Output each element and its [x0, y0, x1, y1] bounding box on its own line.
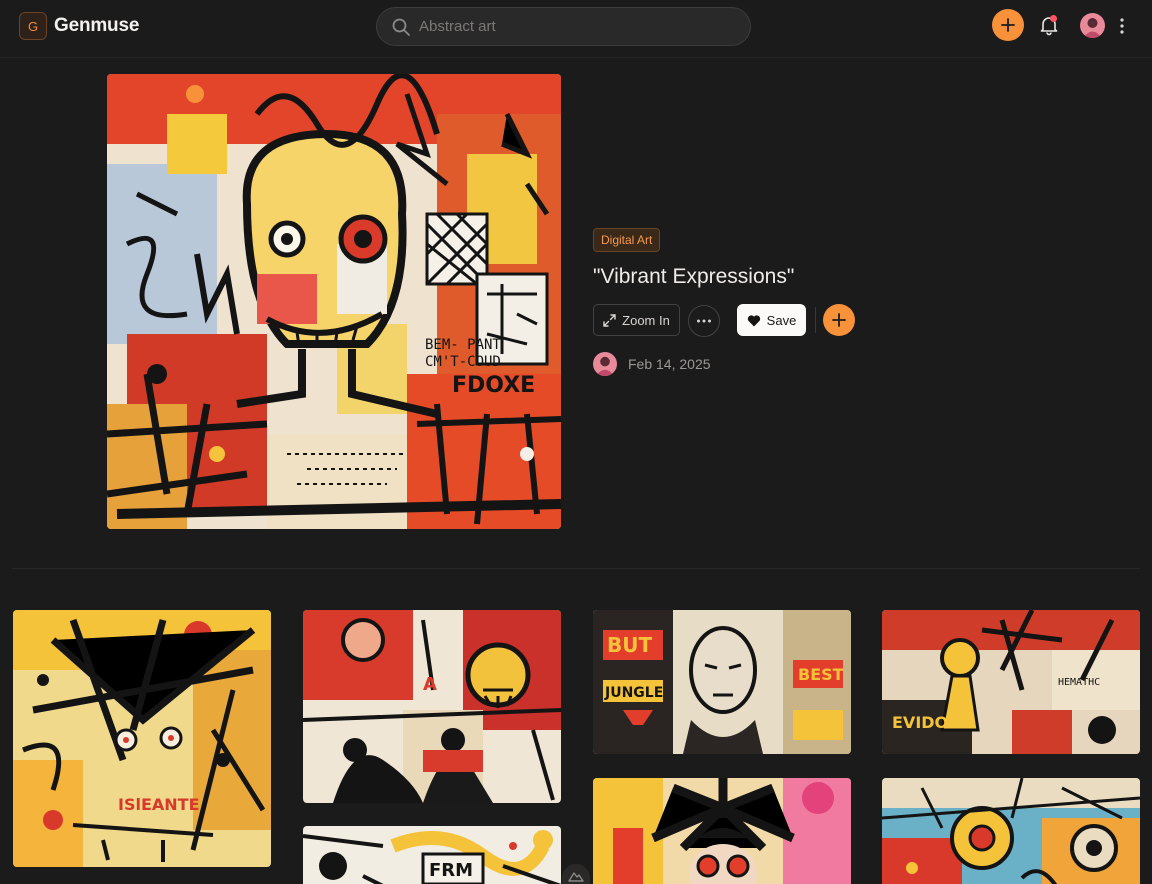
- more-vertical-icon[interactable]: [1114, 16, 1130, 36]
- author-avatar[interactable]: [593, 352, 617, 376]
- section-divider: [12, 568, 1140, 569]
- svg-text:CM'T-COUD: CM'T-COUD: [425, 354, 501, 370]
- top-bar: G Genmuse: [0, 0, 1152, 58]
- svg-text:BEST: BEST: [798, 665, 844, 684]
- svg-text:EVIDO: EVIDO: [892, 713, 948, 732]
- artwork-title: "Vibrant Expressions": [593, 265, 795, 288]
- category-badge[interactable]: Digital Art: [593, 228, 661, 252]
- zoom-in-label: Zoom In: [622, 312, 670, 328]
- more-options-button[interactable]: [688, 305, 720, 337]
- save-label: Save: [766, 312, 797, 328]
- search-icon: [392, 18, 410, 36]
- publish-date: Feb 14, 2025: [628, 356, 711, 372]
- svg-text:HEMATHC: HEMATHC: [1058, 677, 1100, 688]
- svg-text:JUNGLE: JUNGLE: [604, 685, 663, 701]
- svg-text:BEM- PANT: BEM- PANT: [425, 337, 501, 353]
- svg-text:ISlEANTE: ISlEANTE: [118, 795, 200, 814]
- search-bar[interactable]: [376, 7, 751, 46]
- gallery-tile[interactable]: ISlEANTE: [13, 610, 271, 867]
- plus-icon: [1001, 18, 1015, 32]
- avatar[interactable]: [1080, 13, 1105, 38]
- svg-text:FRM: FRM: [429, 860, 473, 881]
- more-horizontal-icon: [697, 319, 711, 323]
- search-input[interactable]: [419, 8, 739, 45]
- save-button[interactable]: Save: [737, 304, 806, 336]
- svg-text:A: A: [423, 674, 437, 695]
- artwork-image[interactable]: BEM- PANT CM'T-COUD FDOXE: [107, 74, 561, 529]
- heart-icon: [747, 314, 760, 326]
- plus-icon: [832, 313, 846, 327]
- gallery-tile[interactable]: [882, 778, 1140, 884]
- add-to-collection-button[interactable]: [823, 304, 855, 336]
- app-logo[interactable]: G: [19, 12, 47, 40]
- svg-text:FDOXE: FDOXE: [452, 373, 535, 398]
- gallery-tile[interactable]: [593, 778, 851, 884]
- app-name[interactable]: Genmuse: [54, 15, 139, 37]
- gallery-tile[interactable]: BUT JUNGLE BEST: [593, 610, 851, 754]
- scroll-to-top-button[interactable]: [562, 864, 590, 884]
- create-button[interactable]: [992, 9, 1024, 41]
- mountain-icon: [568, 872, 584, 882]
- notification-dot: [1050, 15, 1057, 22]
- expand-icon: [603, 313, 616, 327]
- zoom-in-button[interactable]: Zoom In: [593, 304, 680, 336]
- gallery-tile[interactable]: FRM: [303, 826, 561, 884]
- action-divider: [815, 307, 816, 333]
- gallery-tile[interactable]: A: [303, 610, 561, 803]
- svg-text:BUT: BUT: [607, 633, 652, 657]
- gallery-tile[interactable]: EVIDO HEMATHC: [882, 610, 1140, 754]
